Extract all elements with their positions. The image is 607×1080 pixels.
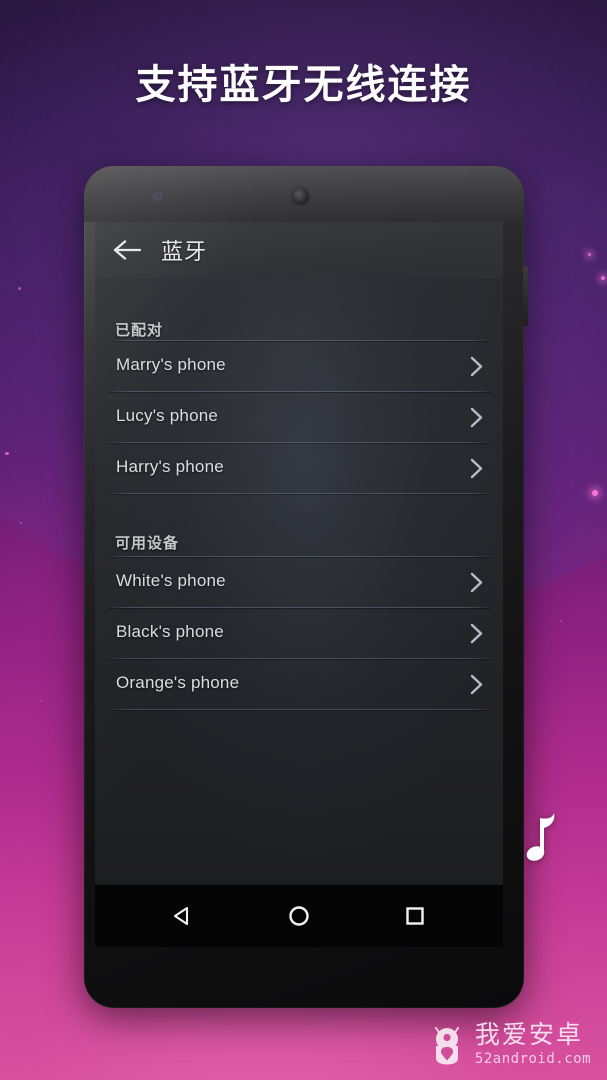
particle-dot — [40, 700, 42, 702]
screenshot-stage: 支持蓝牙无线连接 蓝牙 已配对 Marry's phone Lucy's pho… — [0, 0, 607, 1080]
square-recents-icon[interactable] — [400, 901, 430, 931]
particle-dot — [588, 253, 591, 256]
divider — [108, 493, 491, 494]
device-name: Marry's phone — [116, 355, 226, 374]
app-bar: 蓝牙 — [95, 222, 503, 278]
watermark-name: 我爱安卓 — [474, 1020, 583, 1049]
page-title: 支持蓝牙无线连接 — [135, 62, 472, 108]
watermark-text: 我爱安卓 52android.com — [475, 1022, 591, 1066]
list-item[interactable]: Marry's phone — [95, 341, 503, 392]
device-name: Harry's phone — [116, 457, 224, 476]
proximity-sensor-icon — [154, 193, 161, 200]
device-list: 已配对 Marry's phone Lucy's phone Harry's p… — [95, 278, 503, 885]
chevron-right-icon — [469, 621, 485, 646]
particle-dot — [18, 287, 21, 290]
particle-dot — [5, 452, 9, 455]
android-robot-icon — [428, 1022, 466, 1066]
list-item[interactable]: Harry's phone — [95, 443, 503, 494]
chevron-right-icon — [469, 405, 485, 430]
particle-dot — [592, 490, 598, 496]
phone-mockup: 蓝牙 已配对 Marry's phone Lucy's phone Harry'… — [84, 166, 528, 1008]
list-item[interactable]: Black's phone — [95, 608, 503, 659]
device-name: Lucy's phone — [116, 406, 219, 425]
chevron-right-icon — [469, 354, 485, 379]
device-name: White's phone — [116, 571, 226, 590]
music-note-icon — [524, 806, 564, 866]
particle-dot — [20, 522, 22, 524]
divider — [108, 709, 491, 710]
arrow-left-icon[interactable] — [113, 238, 142, 262]
watermark-url: 52android.com — [474, 1051, 591, 1067]
watermark: 我爱安卓 52android.com — [428, 1022, 591, 1066]
chevron-right-icon — [469, 456, 485, 481]
list-item[interactable]: Orange's phone — [95, 659, 503, 710]
power-button[interactable] — [523, 266, 528, 326]
device-name: Orange's phone — [116, 673, 240, 692]
circle-home-icon[interactable] — [284, 901, 314, 931]
phone-top-bezel — [84, 166, 524, 222]
particle-dot — [601, 276, 605, 280]
section-header-paired: 已配对 — [115, 321, 164, 339]
app-bar-title: 蓝牙 — [161, 240, 208, 265]
section-header-available: 可用设备 — [115, 534, 180, 552]
front-camera-icon — [292, 188, 309, 205]
particle-dot — [560, 620, 562, 622]
phone-screen: 蓝牙 已配对 Marry's phone Lucy's phone Harry'… — [95, 222, 503, 885]
triangle-back-icon[interactable] — [167, 901, 197, 931]
chevron-right-icon — [469, 672, 485, 697]
android-navigation-bar — [95, 885, 503, 947]
chevron-right-icon — [469, 570, 485, 595]
list-item[interactable]: White's phone — [95, 557, 503, 608]
device-name: Black's phone — [116, 622, 224, 641]
list-item[interactable]: Lucy's phone — [95, 392, 503, 443]
